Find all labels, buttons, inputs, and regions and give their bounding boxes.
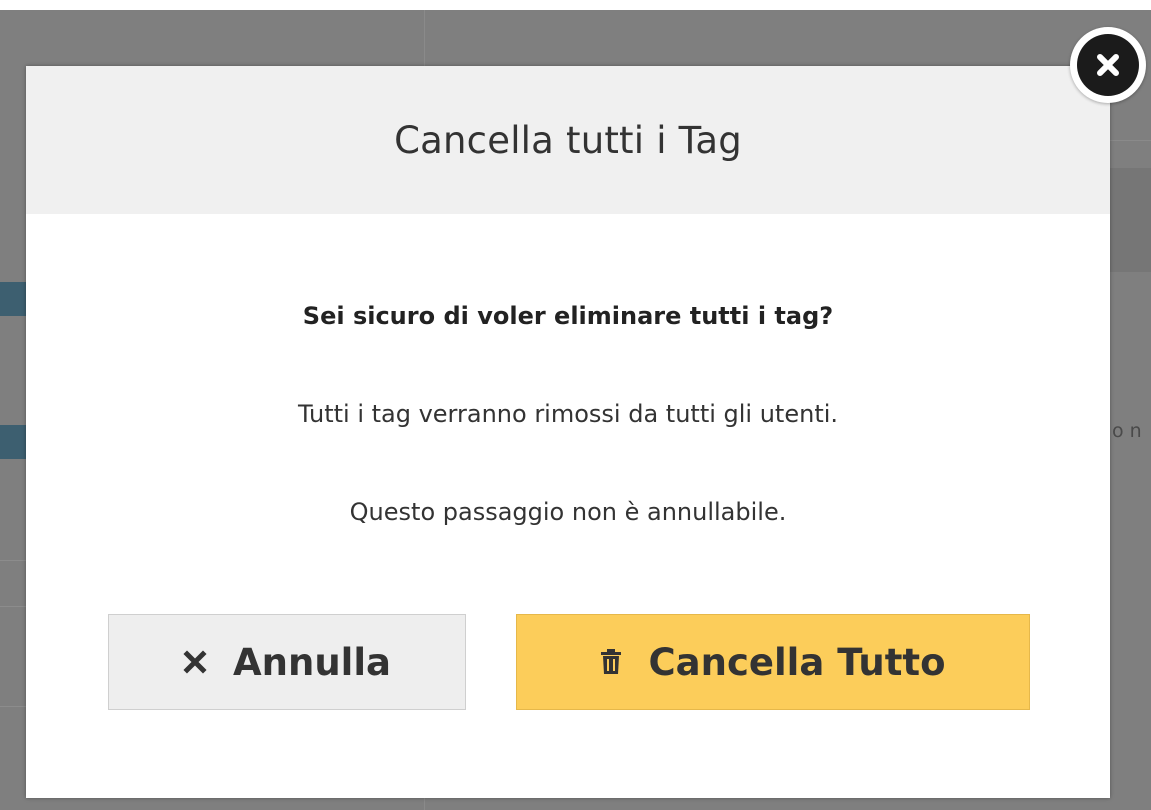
info-text-removal: Tutti i tag verranno rimossi da tutti gl… — [297, 400, 839, 428]
background-left-accent — [0, 282, 26, 316]
background-partial-text: o n — [1112, 420, 1142, 442]
delete-all-button-label: Cancella Tutto — [648, 640, 946, 684]
close-button[interactable] — [1070, 27, 1146, 103]
trash-icon — [600, 649, 622, 675]
background-left-accent — [0, 425, 26, 459]
cancel-button-label: Annulla — [233, 640, 391, 684]
background-panel-band — [1110, 168, 1151, 272]
background-left-line — [0, 606, 26, 607]
cancel-button[interactable]: Annulla — [108, 614, 466, 710]
background-divider-right — [1110, 140, 1151, 141]
background-left-line — [0, 706, 26, 707]
dialog-header: Cancella tutti i Tag — [26, 66, 1110, 214]
background-top-strip — [0, 0, 1151, 10]
dialog-title: Cancella tutti i Tag — [394, 118, 742, 162]
delete-all-button[interactable]: Cancella Tutto — [516, 614, 1030, 710]
delete-all-tags-dialog: Cancella tutti i Tag Sei sicuro di voler… — [26, 66, 1110, 798]
background-left-line — [0, 560, 26, 561]
confirmation-question: Sei sicuro di voler eliminare tutti i ta… — [302, 302, 834, 330]
info-text-irreversible: Questo passaggio non è annullabile. — [349, 498, 787, 526]
screen: o n Cancella tutti i Tag Sei sicuro di v… — [0, 0, 1151, 810]
dialog-body: Sei sicuro di voler eliminare tutti i ta… — [26, 302, 1110, 526]
close-circle-icon — [1077, 34, 1139, 96]
x-icon — [183, 650, 207, 674]
